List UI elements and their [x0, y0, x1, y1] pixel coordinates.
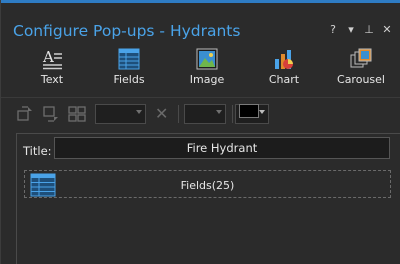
pane-options-dropdown[interactable]: ▾ [345, 23, 357, 36]
chevron-down-icon [136, 110, 142, 114]
popup-preview-canvas: Title: Fire Hydrant Fields(25) [16, 133, 400, 264]
add-fields-button[interactable]: Fields [99, 44, 159, 94]
chevron-down-icon [259, 110, 265, 114]
pane-title-controls: ? ▾ ⊥ ✕ [327, 23, 393, 36]
element-ribbon: A Text Fields Image Chart Carousel [1, 44, 400, 96]
close-pane-button[interactable]: ✕ [381, 23, 393, 36]
add-image-label: Image [189, 73, 225, 86]
chart-icon [275, 50, 293, 69]
configure-popups-pane: Configure Pop-ups - Hydrants ? ▾ ⊥ ✕ A T… [0, 0, 400, 264]
move-up-icon[interactable] [16, 105, 34, 123]
font-family-dropdown[interactable] [184, 104, 226, 124]
add-carousel-label: Carousel [337, 73, 385, 86]
ribbon-divider [1, 97, 400, 98]
fields-element[interactable]: Fields(25) [24, 170, 391, 198]
color-swatch [239, 104, 259, 118]
svg-text:A: A [42, 48, 54, 66]
add-image-button[interactable]: Image [177, 44, 237, 94]
auto-hide-pin-button[interactable]: ⊥ [363, 23, 375, 36]
popup-title-field[interactable]: Fire Hydrant [54, 137, 390, 159]
pane-title: Configure Pop-ups - Hydrants [13, 22, 241, 40]
carousel-icon [350, 48, 372, 68]
chevron-down-icon [216, 110, 222, 114]
remove-icon[interactable]: ✕ [155, 104, 168, 123]
add-fields-label: Fields [113, 73, 145, 86]
pane-title-bar: Configure Pop-ups - Hydrants ? ▾ ⊥ ✕ [1, 3, 400, 40]
add-text-button[interactable]: A Text [22, 44, 82, 94]
add-carousel-button[interactable]: Carousel [331, 44, 391, 94]
add-text-label: Text [40, 73, 64, 86]
text-element-icon: A [42, 48, 62, 70]
font-size-dropdown[interactable] [95, 104, 146, 124]
image-icon [196, 48, 218, 70]
fields-element-label: Fields(25) [180, 179, 235, 192]
toolbar-separator [232, 105, 233, 123]
add-chart-label: Chart [268, 73, 300, 86]
fields-table-icon [118, 48, 140, 70]
group-icon[interactable] [68, 105, 86, 123]
format-toolbar: ✕ [1, 101, 400, 127]
toolbar-separator [178, 105, 179, 123]
add-chart-button[interactable]: Chart [254, 44, 314, 94]
move-down-icon[interactable] [42, 105, 60, 123]
popup-title-label: Title: [23, 144, 52, 158]
help-button[interactable]: ? [327, 23, 339, 36]
